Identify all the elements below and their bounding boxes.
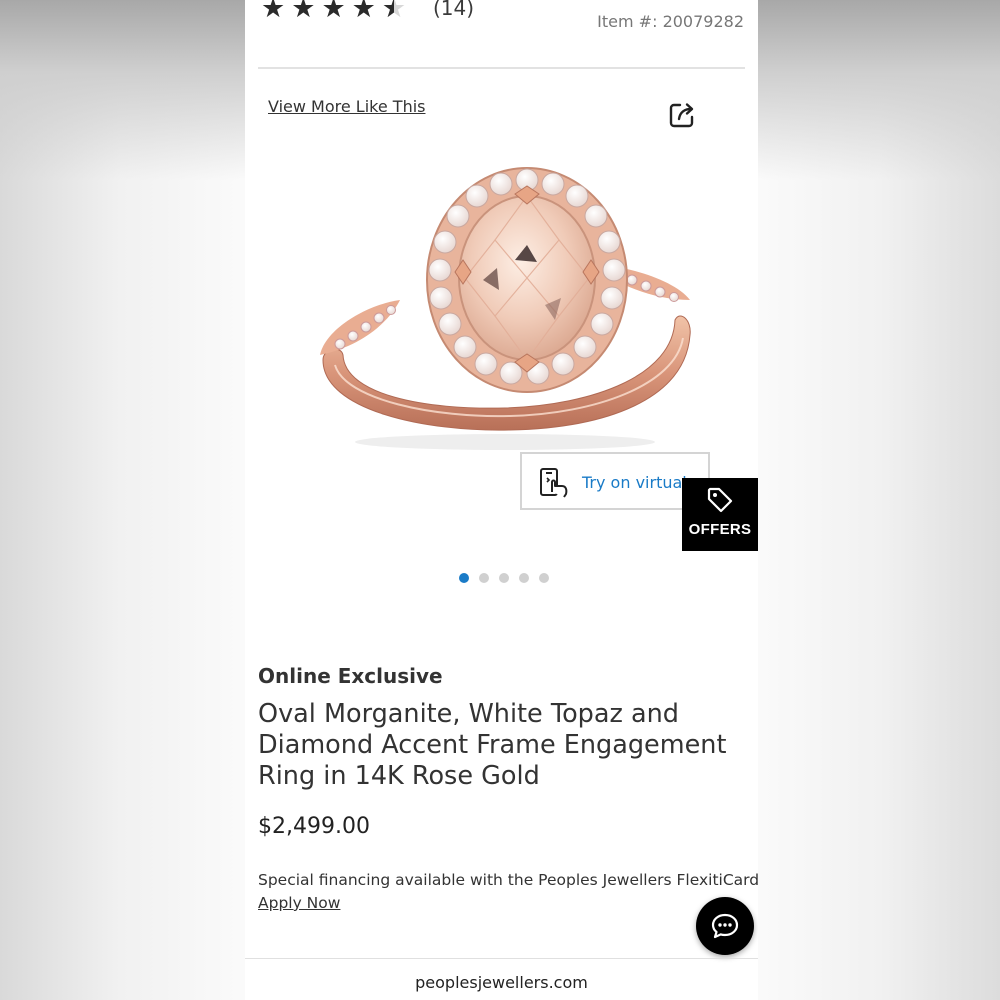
apply-now-link[interactable]: Apply Now — [258, 894, 340, 912]
online-exclusive-badge: Online Exclusive — [258, 664, 443, 688]
try-on-label: Try on virtual — [582, 473, 687, 492]
star-icon: ★ — [351, 0, 376, 24]
carousel-dot[interactable] — [499, 573, 509, 583]
tag-icon — [707, 487, 733, 513]
carousel-dot[interactable] — [539, 573, 549, 583]
url-bar[interactable]: peoplesjewellers.com — [245, 973, 758, 992]
view-more-link[interactable]: View More Like This — [268, 97, 425, 116]
star-icon: ★ — [321, 0, 346, 24]
chat-bubble-icon — [711, 913, 739, 939]
half-star-icon: ★ — [382, 0, 406, 24]
divider — [258, 67, 745, 69]
carousel-dot[interactable] — [459, 573, 469, 583]
review-count[interactable]: (14) — [433, 0, 474, 20]
chat-button[interactable] — [696, 897, 754, 955]
share-icon[interactable] — [667, 100, 697, 130]
carousel-dot[interactable] — [479, 573, 489, 583]
financing-text: Special financing available with the Peo… — [258, 871, 758, 889]
carousel-dot[interactable] — [519, 573, 529, 583]
item-number: Item #: 20079282 — [597, 12, 744, 31]
product-page: ★ ★ ★ ★ ★ (14) Item #: 20079282 View Mor… — [245, 0, 758, 1000]
star-icon: ★ — [291, 0, 316, 24]
product-price: $2,499.00 — [258, 814, 370, 839]
offers-button[interactable]: OFFERS — [682, 478, 758, 551]
ring-product-image[interactable] — [305, 160, 705, 460]
rating-stars[interactable]: ★ ★ ★ ★ ★ — [261, 0, 406, 24]
address-bar-divider — [245, 958, 758, 959]
offers-label: OFFERS — [688, 521, 752, 538]
star-icon: ★ — [261, 0, 286, 24]
product-title: Oval Morganite, White Topaz and Diamond … — [258, 699, 727, 791]
phone-hand-icon — [540, 468, 568, 498]
carousel-dots — [459, 573, 549, 583]
